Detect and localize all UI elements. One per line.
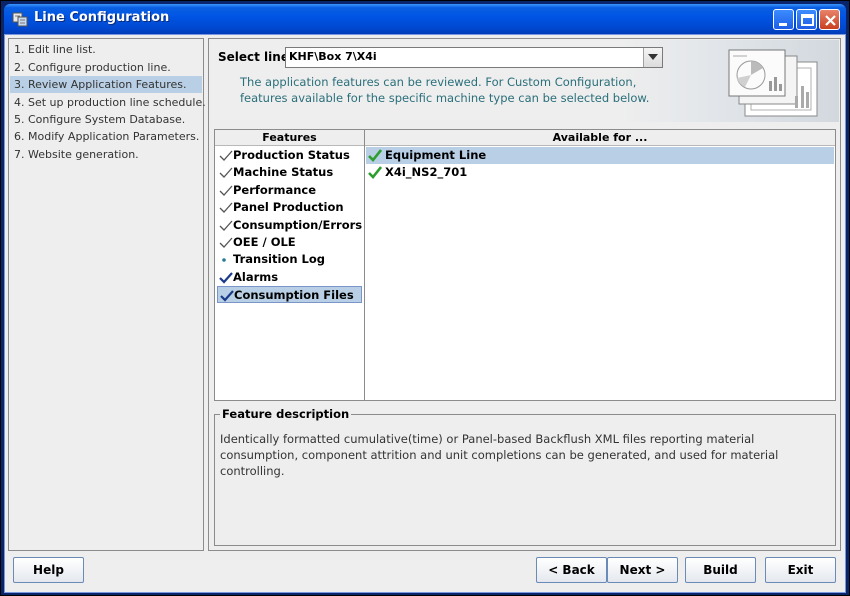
- step-item[interactable]: 5. Configure System Database.: [10, 111, 202, 128]
- feature-row[interactable]: OEE / OLE: [217, 234, 362, 251]
- close-button[interactable]: [819, 9, 840, 30]
- check-solid-icon: [219, 272, 233, 284]
- feature-row[interactable]: Performance: [217, 182, 362, 199]
- step-item[interactable]: 4. Set up production line schedule.: [10, 94, 206, 111]
- feature-label: Performance: [233, 182, 317, 197]
- feature-description-box: Feature description Identically formatte…: [214, 407, 836, 546]
- feature-label: Transition Log: [233, 252, 325, 267]
- feature-label: Consumption/Errors: [233, 217, 363, 232]
- available-for-list: Available for ... Equipment Line X4i_NS2_…: [364, 129, 836, 401]
- app-icon: [12, 12, 28, 27]
- features-header: Features: [215, 130, 364, 146]
- check-outline-icon: [219, 202, 233, 214]
- feature-row[interactable]: Panel Production: [217, 199, 362, 216]
- select-line-dropdown[interactable]: KHF\Box 7\X4i: [285, 47, 663, 68]
- available-label: Equipment Line: [385, 148, 487, 162]
- chevron-down-icon: [648, 54, 658, 60]
- dropdown-arrow-button[interactable]: [643, 48, 662, 67]
- wizard-steps-panel: 1. Edit line list. 2. Configure producti…: [8, 38, 206, 551]
- window-title: Line Configuration: [34, 10, 170, 25]
- select-line-value: KHF\Box 7\X4i: [289, 50, 377, 63]
- available-label: X4i_NS2_701: [385, 165, 468, 179]
- features-list: Features Production Status Machine Status…: [214, 129, 365, 401]
- feature-description-legend: Feature description: [220, 407, 352, 421]
- check-solid-icon: [220, 290, 234, 302]
- close-icon: [825, 15, 836, 26]
- feature-label: Machine Status: [233, 165, 334, 180]
- back-button[interactable]: < Back: [536, 557, 607, 583]
- window-client: 1. Edit line list. 2. Configure producti…: [4, 34, 846, 593]
- feature-row[interactable]: Transition Log: [217, 251, 362, 268]
- feature-row[interactable]: Consumption Files: [217, 286, 362, 304]
- check-outline-icon: [219, 185, 233, 196]
- available-row[interactable]: X4i_NS2_701: [366, 164, 834, 181]
- select-line-label: Select line:: [218, 50, 294, 64]
- feature-row[interactable]: Production Status: [217, 147, 362, 164]
- header-banner: Select line: KHF\Box 7\X4i The applicati…: [210, 40, 839, 122]
- feature-label: Production Status: [233, 148, 350, 162]
- feature-description-text: Identically formatted cumulative(time) o…: [220, 432, 779, 478]
- feature-row[interactable]: Alarms: [217, 269, 362, 286]
- wizard-logo-icon: [728, 49, 818, 117]
- build-button[interactable]: Build: [685, 557, 756, 583]
- green-check-icon: [368, 149, 382, 162]
- available-header: Available for ...: [365, 130, 835, 146]
- minimize-icon: [779, 23, 787, 26]
- feature-label: Panel Production: [233, 200, 344, 215]
- available-row[interactable]: Equipment Line: [366, 147, 834, 164]
- dot-icon: [222, 258, 226, 263]
- check-outline-icon: [219, 167, 233, 179]
- next-button[interactable]: Next >: [607, 557, 678, 583]
- step-item[interactable]: 1. Edit line list.: [10, 41, 202, 58]
- info-text: The application features can be reviewed…: [240, 75, 650, 105]
- check-outline-icon: [219, 220, 233, 231]
- title-bar[interactable]: Line Configuration: [4, 4, 846, 34]
- maximize-button[interactable]: [796, 9, 817, 30]
- minimize-button[interactable]: [773, 9, 794, 30]
- feature-row[interactable]: Machine Status: [217, 164, 362, 181]
- step-item[interactable]: 2. Configure production line.: [10, 59, 202, 76]
- help-button[interactable]: Help: [13, 557, 84, 583]
- line-configuration-window: Line Configuration 1. Edit line list. 2.…: [0, 0, 850, 596]
- check-outline-icon: [219, 237, 233, 248]
- step-item[interactable]: 6. Modify Application Parameters.: [10, 128, 202, 145]
- step-item-active[interactable]: 3. Review Application Features.: [10, 76, 202, 93]
- feature-row[interactable]: Consumption/Errors: [217, 217, 362, 234]
- green-check-icon: [368, 166, 382, 179]
- exit-button[interactable]: Exit: [765, 557, 836, 583]
- feature-label: OEE / OLE: [233, 235, 296, 249]
- content-panel: Select line: KHF\Box 7\X4i The applicati…: [208, 38, 841, 551]
- step-item[interactable]: 7. Website generation.: [10, 146, 202, 163]
- feature-label: Alarms: [233, 269, 279, 284]
- feature-label: Consumption Files: [234, 288, 354, 303]
- maximize-icon: [801, 14, 814, 26]
- check-outline-icon: [219, 150, 233, 161]
